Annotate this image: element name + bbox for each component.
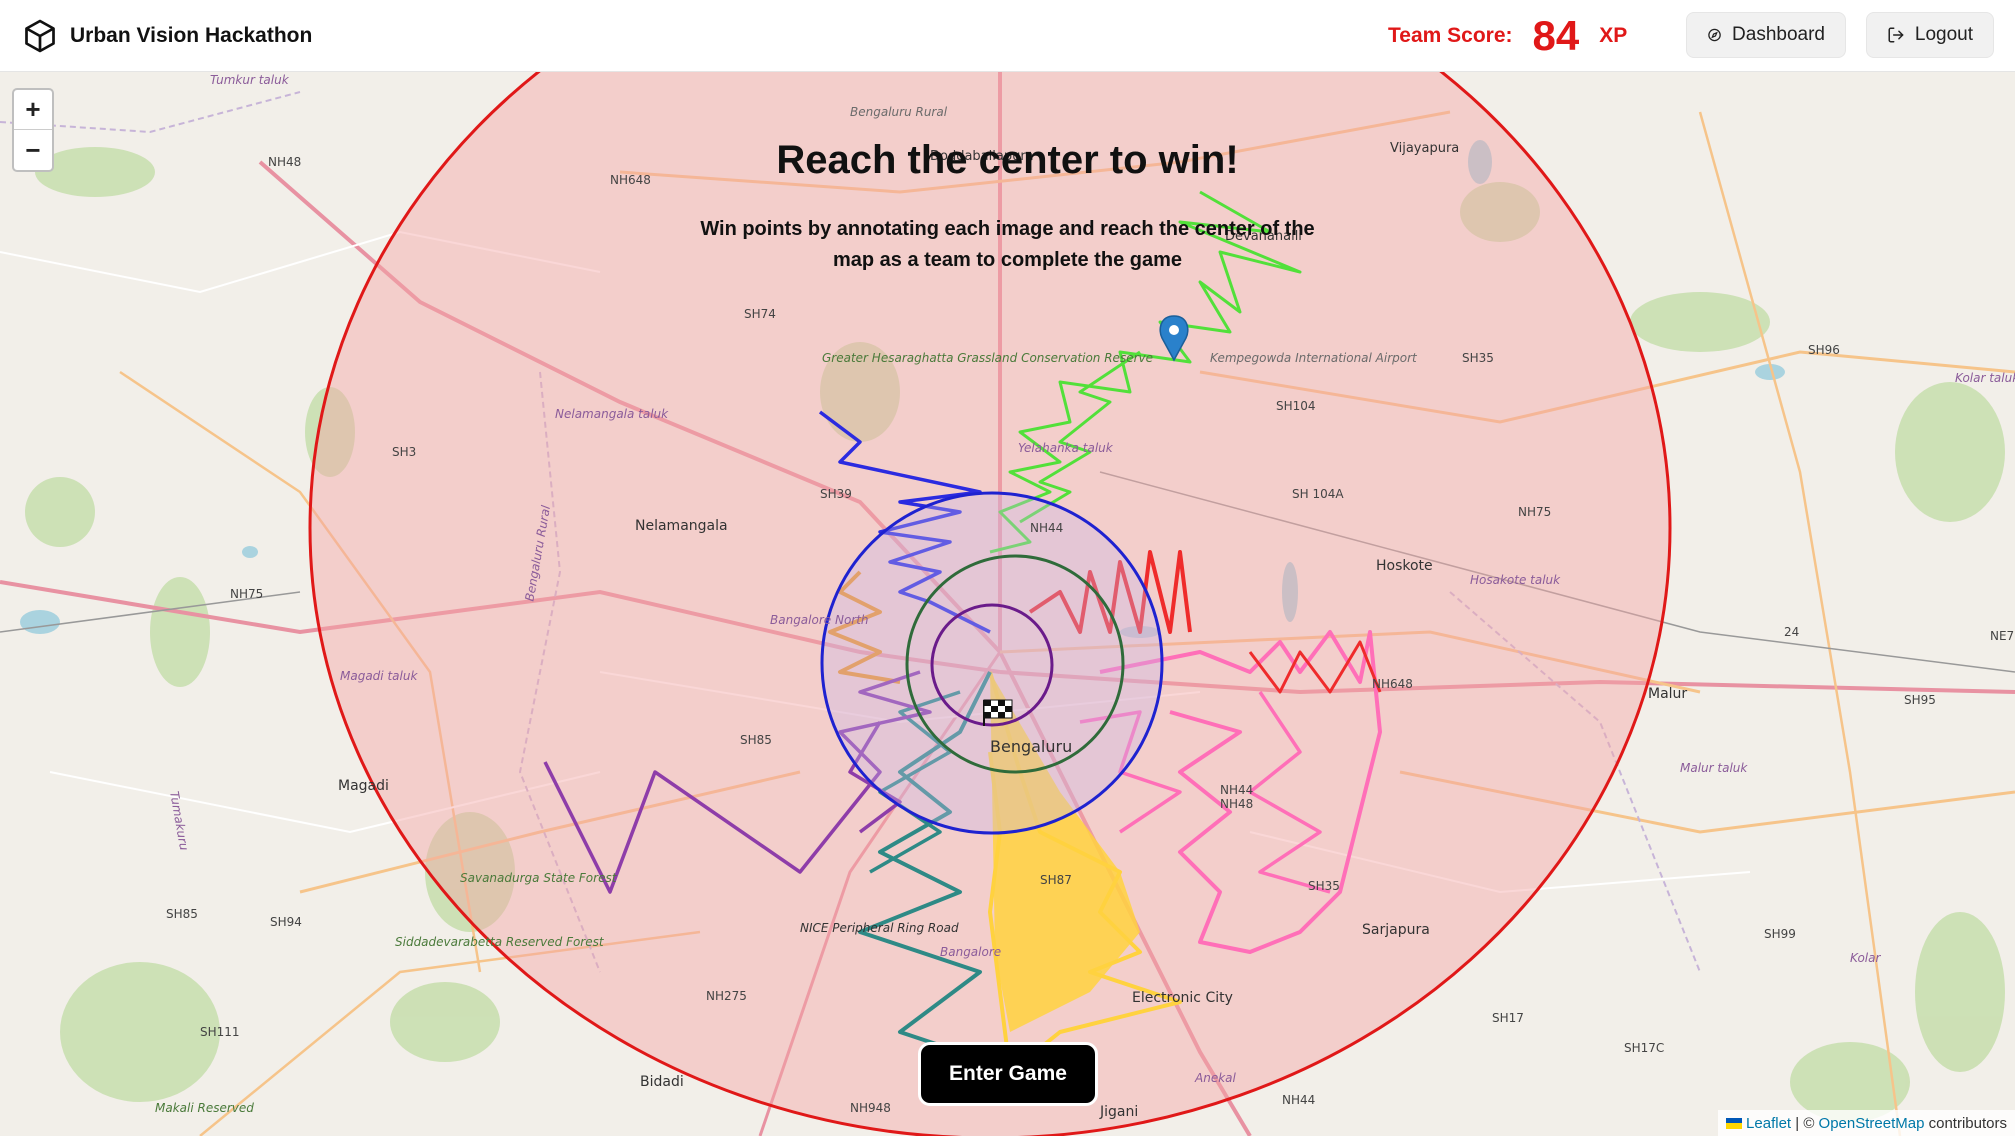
map-label: Nelamangala [635,518,728,534]
road-label: SH35 [1462,351,1494,365]
road-label: SH87 [1040,873,1072,887]
map-attribution: Leaflet | © OpenStreetMap contributors [1718,1110,2015,1136]
road-label: SH3 [392,445,416,459]
road-label: SH111 [200,1025,240,1039]
team-score: Team Score: 84 XP [1388,0,1627,72]
map-label: Savanadurga State Forest [460,871,618,885]
dashboard-label: Dashboard [1732,24,1825,45]
road-label: SH17 [1492,1011,1524,1025]
map-label: Malur taluk [1680,761,1748,775]
cube-icon [25,19,55,52]
map-label: Jigani [1099,1104,1138,1120]
road-label: SH96 [1808,343,1840,357]
road-label: SH74 [744,307,776,321]
overlay-title: Reach the center to win! [776,138,1239,182]
overlay-subtitle: Win points by annotating each image and … [700,218,1315,271]
road-label: NH75 [1518,505,1551,519]
map-label: Bangalore North [770,613,869,627]
road-label: SH85 [740,733,772,747]
logout-button[interactable]: Logout [1866,12,1994,58]
road-label: SH99 [1764,927,1796,941]
map-label: Nelamangala taluk [555,407,669,421]
map-label: Kolar taluk [1955,371,2015,385]
map-label: Kolar [1850,951,1881,965]
attribution-separator: | © [1791,1114,1819,1132]
road-label: NH44 [1220,783,1253,797]
zoom-in-button[interactable]: + [14,90,52,130]
map-label: Greater Hesaraghatta Grassland Conservat… [822,351,1153,365]
road-label: SH17C [1624,1041,1664,1055]
attribution-contributors: contributors [1924,1114,2007,1132]
map-label: Hoskote [1376,558,1433,574]
map-label: Bengaluru Rural [850,105,948,119]
compass-icon [1708,28,1721,42]
map-label: Magadi [338,778,389,794]
map-label: Bangalore [940,945,1001,959]
road-label: NH648 [1372,677,1413,691]
ukraine-flag-icon [1726,1117,1743,1129]
brand: Urban Vision Hackathon [22,18,312,54]
map-label: Hosakote taluk [1470,573,1561,587]
map-label: Bengaluru [990,737,1072,756]
map-label: Yelahanka taluk [1018,441,1114,455]
road-label: SH85 [166,907,198,921]
road-label: SH 104A [1292,487,1344,501]
map-label: Anekal [1194,1071,1237,1085]
map-label: Electronic City [1132,990,1233,1006]
score-unit: XP [1599,24,1628,47]
road-label: SH95 [1904,693,1936,707]
app-title: Urban Vision Hackathon [70,23,313,47]
road-label: SH104 [1276,399,1316,413]
road-label: NH44 [1030,521,1063,535]
top-header: Urban Vision Hackathon Team Score: 84 XP… [0,0,2015,72]
road-label: NH275 [706,989,747,1003]
map-label: Siddadevarabetta Reserved Forest [395,935,605,949]
score-label: Team Score: [1388,24,1513,47]
road-label: NH48 [1220,797,1253,811]
road-label: NH948 [850,1101,891,1115]
road-label: NH44 [1282,1093,1315,1107]
logout-label: Logout [1914,24,1973,45]
logout-icon [1888,27,1904,43]
road-label: SH39 [820,487,852,501]
map-label: Tumkur taluk [210,73,290,87]
outer-target-ring [820,491,1164,835]
road-label: NE7 [1990,629,2014,643]
osm-link[interactable]: OpenStreetMap [1819,1115,1925,1132]
dashboard-button[interactable]: Dashboard [1686,12,1846,58]
road-label: SH94 [270,915,302,929]
map-label: Kempegowda International Airport [1210,351,1418,365]
enter-game-button[interactable]: Enter Game [918,1042,1098,1106]
map-label: Bidadi [640,1074,684,1090]
road-label: NH75 [230,587,263,601]
map-label: NICE Peripheral Ring Road [800,921,959,935]
road-label: SH35 [1308,879,1340,893]
score-value: 84 [1532,12,1580,59]
map-label: Malur [1648,686,1687,702]
map-label: Sarjapura [1362,922,1430,938]
road-label: 24 [1784,625,1799,639]
map-label: Magadi taluk [340,669,418,683]
map-label: Makali Reserved [155,1101,254,1115]
leaflet-link[interactable]: Leaflet [1746,1115,1791,1132]
